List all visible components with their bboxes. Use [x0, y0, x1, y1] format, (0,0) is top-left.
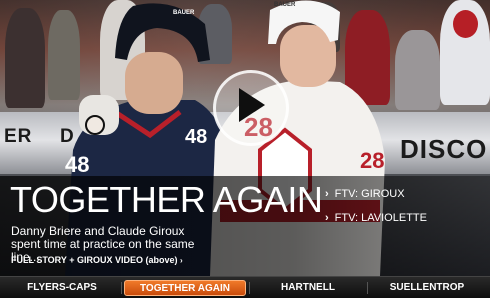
chevron-right-icon: ›	[325, 212, 329, 224]
player-right-sleeve-number: 28	[360, 148, 385, 173]
tab-divider	[121, 282, 122, 294]
related-link-label: FTV: LAVIOLETTE	[334, 212, 427, 224]
board-ad-left: ER	[4, 126, 33, 147]
right-helmet-brand: BAUER	[274, 2, 296, 8]
player-left-number: 48	[185, 126, 208, 148]
related-link-giroux[interactable]: › FTV: GIROUX	[325, 188, 485, 200]
tab-divider	[367, 282, 368, 294]
left-helmet-brand: BAUER	[173, 10, 195, 16]
story-tabs: FLYERS-CAPS TOGETHER AGAIN HARTNELL SUEL…	[0, 276, 490, 298]
tab-suellentrop[interactable]: SUELLENTROP	[370, 280, 484, 296]
chevron-right-icon: ›	[325, 188, 329, 200]
play-icon	[239, 88, 265, 122]
giroux-video-link[interactable]: GIROUX VIDEO (above)	[77, 255, 178, 265]
featured-story-widget: ER D DISCO 48 48 BAUER 28 28 BAUER TOGET…	[0, 0, 490, 298]
tab-together-again[interactable]: TOGETHER AGAIN	[124, 280, 246, 296]
player-left-sleeve-number: 48	[65, 152, 90, 177]
tab-divider	[249, 282, 250, 294]
related-link-label: FTV: GIROUX	[334, 188, 405, 200]
tab-hartnell[interactable]: HARTNELL	[252, 280, 364, 296]
links-separator: +	[69, 255, 75, 265]
board-ad-right: DISCO	[400, 134, 488, 164]
play-video-button[interactable]	[213, 70, 289, 146]
related-links: › FTV: GIROUX › FTV: LAVIOLETTE	[325, 188, 485, 236]
tab-flyers-caps[interactable]: FLYERS-CAPS	[6, 280, 118, 296]
story-links: FULL STORY + GIROUX VIDEO (above) ›	[11, 255, 183, 265]
link-arrow-icon: ›	[180, 256, 183, 265]
full-story-link[interactable]: FULL STORY	[11, 255, 67, 265]
related-link-laviolette[interactable]: › FTV: LAVIOLETTE	[325, 212, 485, 224]
feature-headline[interactable]: TOGETHER AGAIN	[10, 180, 323, 220]
